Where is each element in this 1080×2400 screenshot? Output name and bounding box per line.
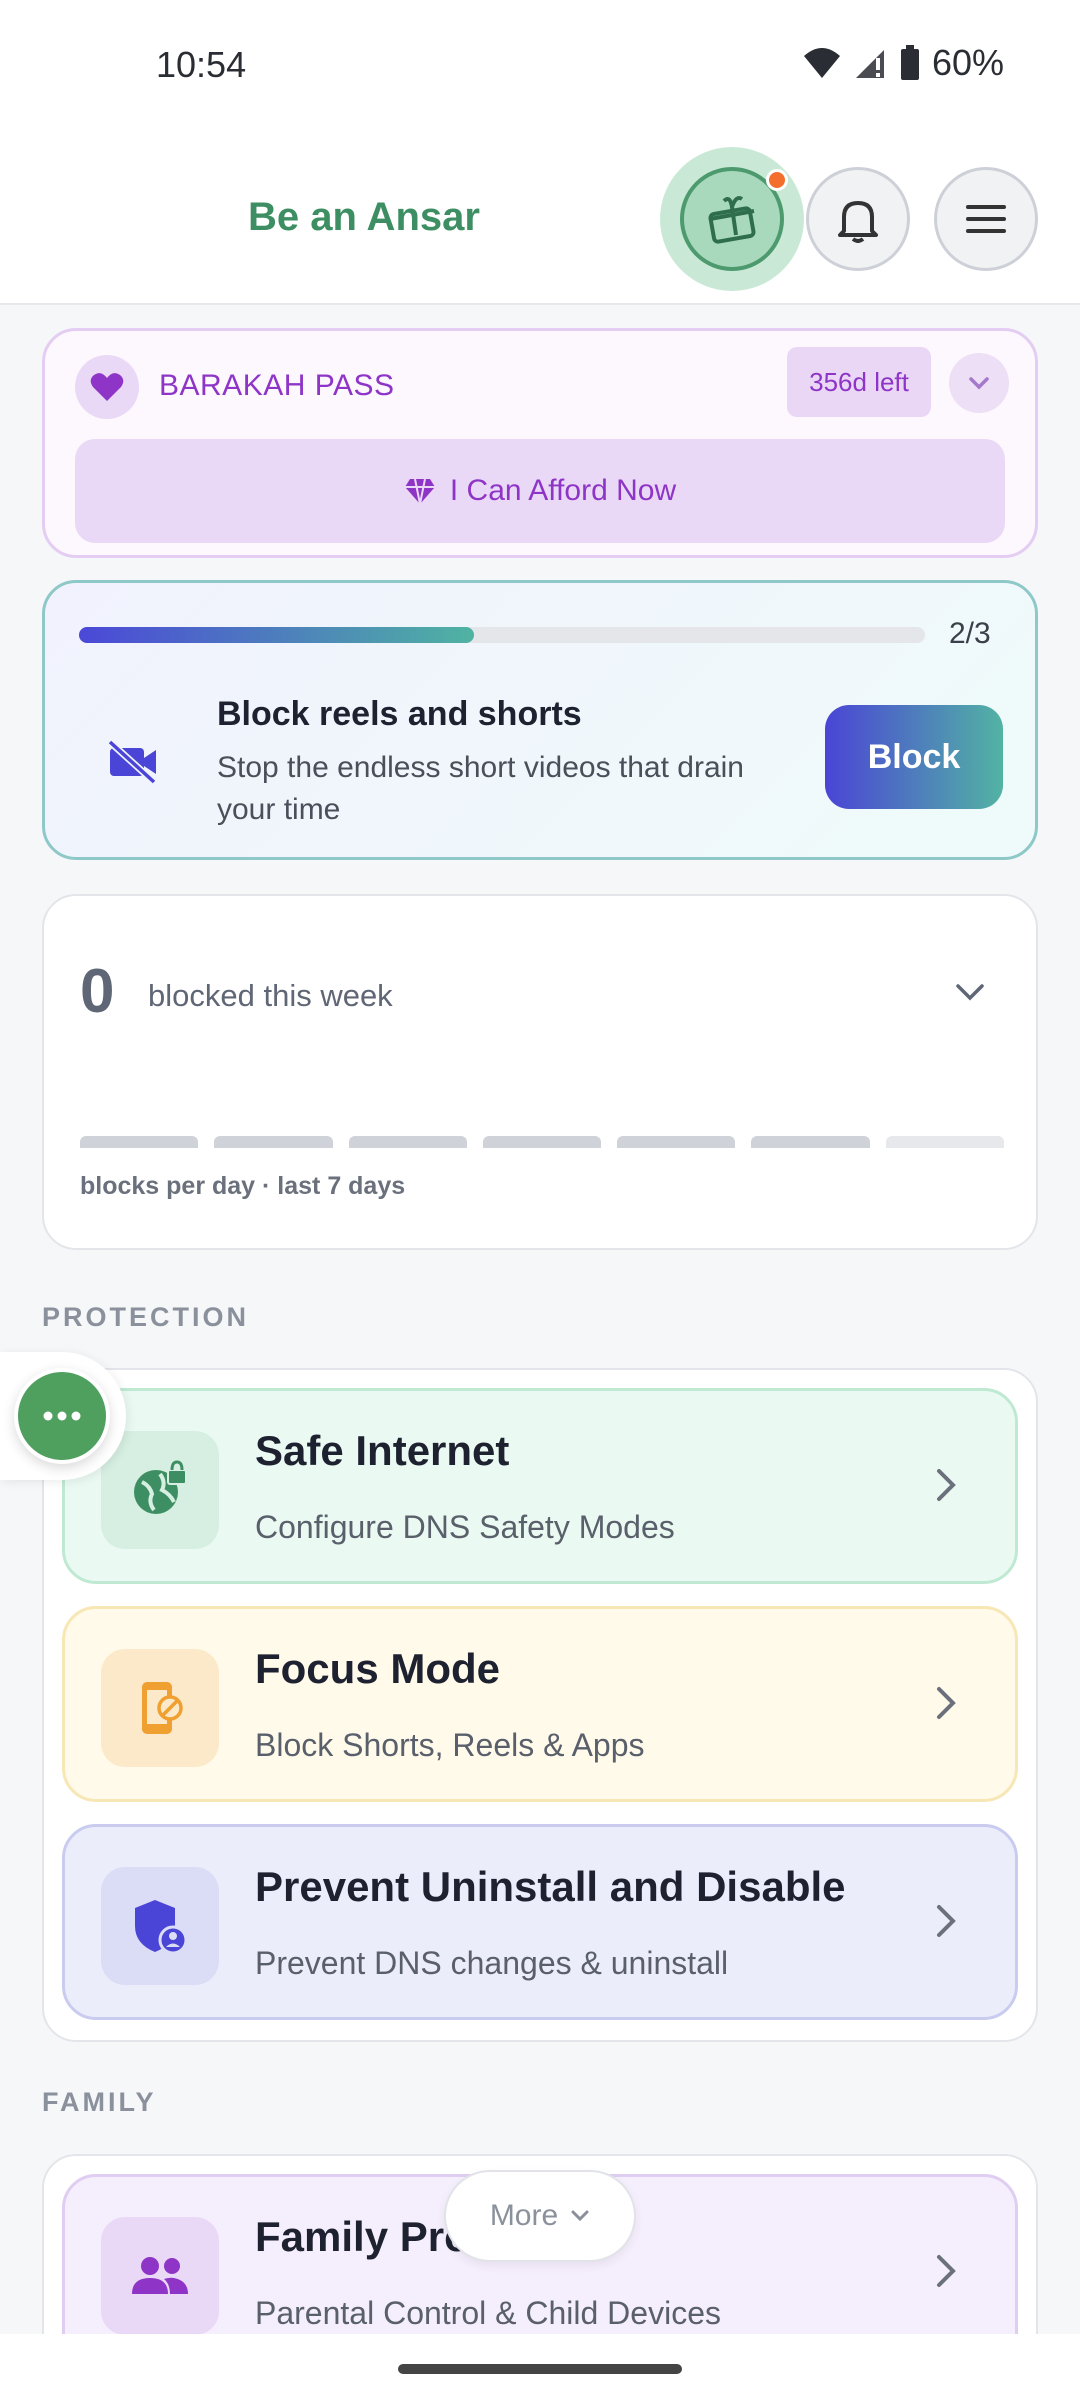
focus-mode-card[interactable]: Focus Mode Block Shorts, Reels & Apps xyxy=(62,1606,1018,1802)
block-button[interactable]: Block xyxy=(825,705,1003,809)
chevron-down-icon xyxy=(956,984,984,1001)
afford-now-button[interactable]: I Can Afford Now xyxy=(75,439,1005,543)
day-bar xyxy=(80,1136,199,1148)
globe-lock-icon xyxy=(101,1431,219,1549)
task-title: Block reels and shorts xyxy=(217,695,582,733)
task-progress-track xyxy=(79,627,925,643)
task-card: 2/3 Block reels and shorts Stop the endl… xyxy=(42,580,1038,860)
family-pro-desc: Parental Control & Child Devices xyxy=(255,2295,721,2331)
diamond-icon xyxy=(404,478,435,505)
barakah-title: BARAKAH PASS xyxy=(159,369,395,402)
expand-barakah-button[interactable] xyxy=(949,353,1009,413)
task-progress-fill xyxy=(79,627,474,643)
safe-internet-desc: Configure DNS Safety Modes xyxy=(255,1509,675,1545)
chevron-right-icon xyxy=(937,1687,956,1719)
chevron-right-icon xyxy=(937,1469,956,1501)
status-time: 10:54 xyxy=(156,44,247,85)
safe-internet-title: Safe Internet xyxy=(255,1427,510,1474)
day-bar xyxy=(214,1136,333,1148)
weekly-stats-card[interactable]: 0 blocked this week blocks per day · las… xyxy=(42,894,1038,1250)
more-button[interactable]: More xyxy=(444,2170,636,2262)
day-bar xyxy=(482,1136,602,1148)
day-bar xyxy=(617,1136,736,1148)
family-pro-title: Family Pro xyxy=(255,2213,470,2260)
day-bar xyxy=(885,1136,1004,1148)
task-progress-text: 2/3 xyxy=(949,617,991,650)
bell-icon xyxy=(838,201,878,243)
more-label: More xyxy=(489,2199,559,2232)
notifications-button[interactable] xyxy=(806,167,910,271)
blocked-count: 0 xyxy=(80,957,115,1026)
section-protection: PROTECTION xyxy=(42,1302,250,1332)
more-dots-icon xyxy=(43,1411,81,1421)
chevron-down-icon xyxy=(571,2210,589,2222)
section-family: FAMILY xyxy=(42,2087,157,2117)
brand-link[interactable]: Be an Ansar xyxy=(248,195,480,240)
heart-badge xyxy=(75,355,139,419)
task-description: Stop the endless short videos that drain… xyxy=(217,751,744,826)
blocked-label: blocked this week xyxy=(148,978,393,1013)
notification-dot xyxy=(766,169,788,191)
system-nav-bar xyxy=(0,2334,1080,2400)
hamburger-icon xyxy=(966,205,1006,233)
app-bar: Be an Ansar xyxy=(0,135,1080,305)
battery-percent: 60% xyxy=(931,42,1004,83)
people-icon xyxy=(101,2217,219,2335)
status-icons: 60% xyxy=(802,42,1004,84)
focus-mode-title: Focus Mode xyxy=(255,1645,501,1692)
chevron-right-icon xyxy=(937,2255,956,2287)
chart-caption: blocks per day · last 7 days xyxy=(80,1172,406,1200)
prevent-uninstall-title: Prevent Uninstall and Disable xyxy=(255,1863,846,1910)
day-bar xyxy=(348,1136,467,1148)
barakah-pass-card: BARAKAH PASS 356d left I Can Afford Now xyxy=(42,328,1038,558)
phone-block-icon xyxy=(101,1649,219,1767)
video-off-icon xyxy=(95,723,171,799)
gift-icon xyxy=(708,196,756,244)
prevent-uninstall-desc: Prevent DNS changes & uninstall xyxy=(255,1945,729,1981)
chevron-right-icon xyxy=(937,1905,956,1937)
chevron-down-icon xyxy=(969,377,989,390)
home-indicator[interactable] xyxy=(398,2364,682,2374)
day-bar xyxy=(751,1136,870,1148)
heart-icon xyxy=(90,373,124,401)
menu-button[interactable] xyxy=(934,167,1038,271)
daily-bars xyxy=(80,1136,1004,1148)
floating-more-button[interactable] xyxy=(14,1368,110,1464)
status-bar: 10:54 60% xyxy=(0,0,1080,135)
days-left-badge: 356d left xyxy=(787,347,931,417)
wifi-icon xyxy=(803,48,840,78)
signal-icon xyxy=(855,50,884,78)
focus-mode-desc: Block Shorts, Reels & Apps xyxy=(255,1727,645,1763)
battery-icon xyxy=(900,45,919,80)
prevent-uninstall-card[interactable]: Prevent Uninstall and Disable Prevent DN… xyxy=(62,1824,1018,2020)
shield-user-icon xyxy=(101,1867,219,1985)
afford-now-label: I Can Afford Now xyxy=(449,474,677,507)
safe-internet-card[interactable]: Safe Internet Configure DNS Safety Modes xyxy=(62,1388,1018,1584)
